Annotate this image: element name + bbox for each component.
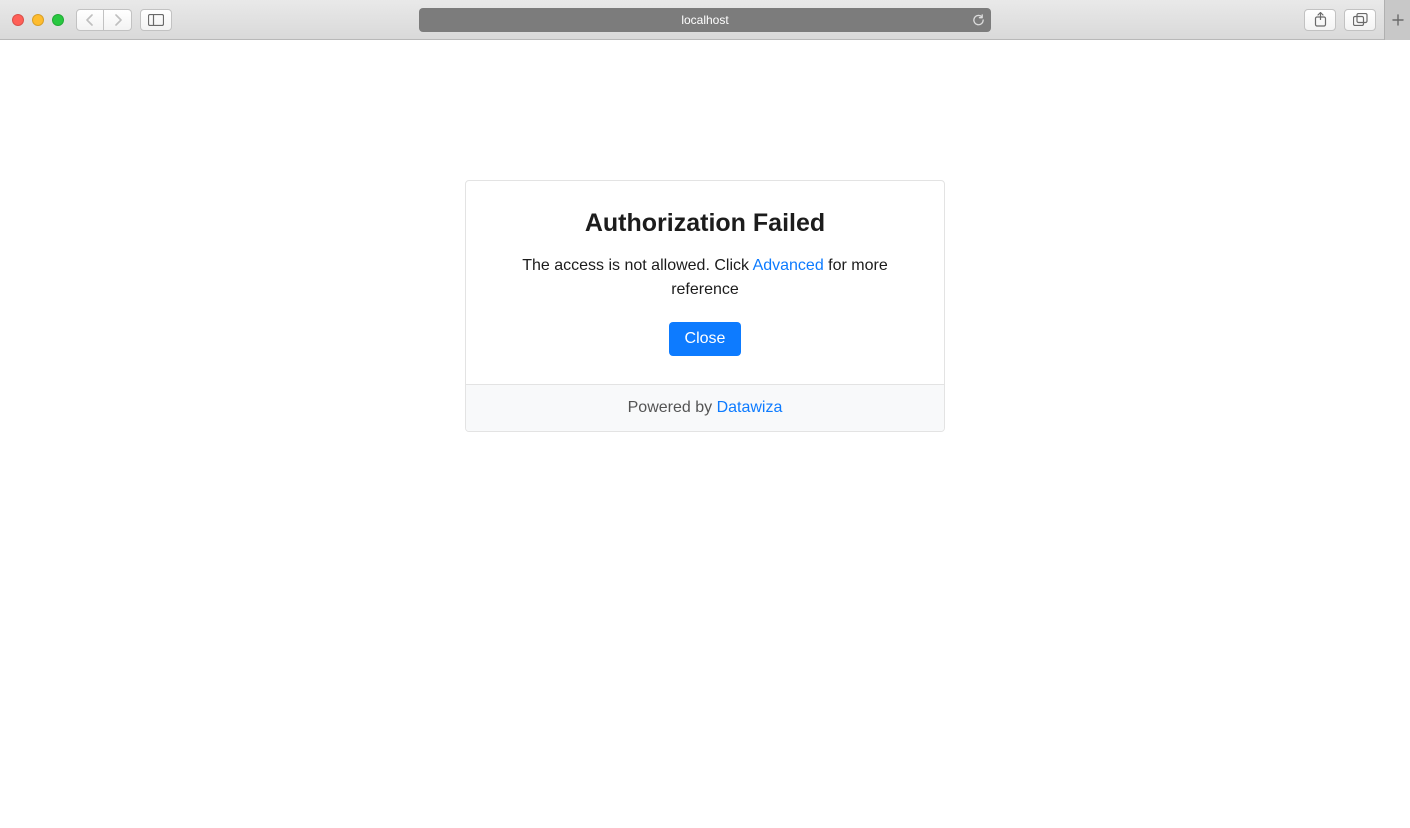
reload-icon[interactable] bbox=[972, 13, 985, 26]
browser-toolbar: localhost bbox=[0, 0, 1410, 40]
share-icon bbox=[1314, 12, 1327, 27]
toolbar-right bbox=[1304, 0, 1402, 40]
datawiza-link[interactable]: Datawiza bbox=[717, 399, 783, 416]
new-tab-button[interactable] bbox=[1384, 0, 1410, 40]
close-button[interactable]: Close bbox=[669, 322, 742, 356]
maximize-window-button[interactable] bbox=[52, 14, 64, 26]
tabs-icon bbox=[1353, 13, 1368, 26]
minimize-window-button[interactable] bbox=[32, 14, 44, 26]
chevron-right-icon bbox=[113, 14, 123, 26]
forward-button[interactable] bbox=[104, 9, 132, 31]
dialog-title: Authorization Failed bbox=[490, 209, 920, 238]
window-controls bbox=[12, 14, 64, 26]
dialog-message: The access is not allowed. Click Advance… bbox=[490, 254, 920, 302]
navigation-buttons bbox=[76, 9, 132, 31]
advanced-link[interactable]: Advanced bbox=[753, 257, 824, 274]
share-button[interactable] bbox=[1304, 9, 1336, 31]
close-window-button[interactable] bbox=[12, 14, 24, 26]
dialog-body: Authorization Failed The access is not a… bbox=[466, 181, 944, 384]
sidebar-icon bbox=[148, 14, 164, 26]
plus-icon bbox=[1392, 14, 1404, 26]
page-content: Authorization Failed The access is not a… bbox=[0, 40, 1410, 828]
tabs-button[interactable] bbox=[1344, 9, 1376, 31]
address-bar[interactable]: localhost bbox=[419, 8, 991, 32]
url-text: localhost bbox=[681, 13, 728, 27]
dialog-message-prefix: The access is not allowed. Click bbox=[522, 257, 752, 274]
footer-prefix: Powered by bbox=[628, 399, 717, 416]
authorization-dialog: Authorization Failed The access is not a… bbox=[465, 180, 945, 432]
dialog-footer: Powered by Datawiza bbox=[466, 384, 944, 431]
sidebar-toggle-button[interactable] bbox=[140, 9, 172, 31]
chevron-left-icon bbox=[85, 14, 95, 26]
back-button[interactable] bbox=[76, 9, 104, 31]
